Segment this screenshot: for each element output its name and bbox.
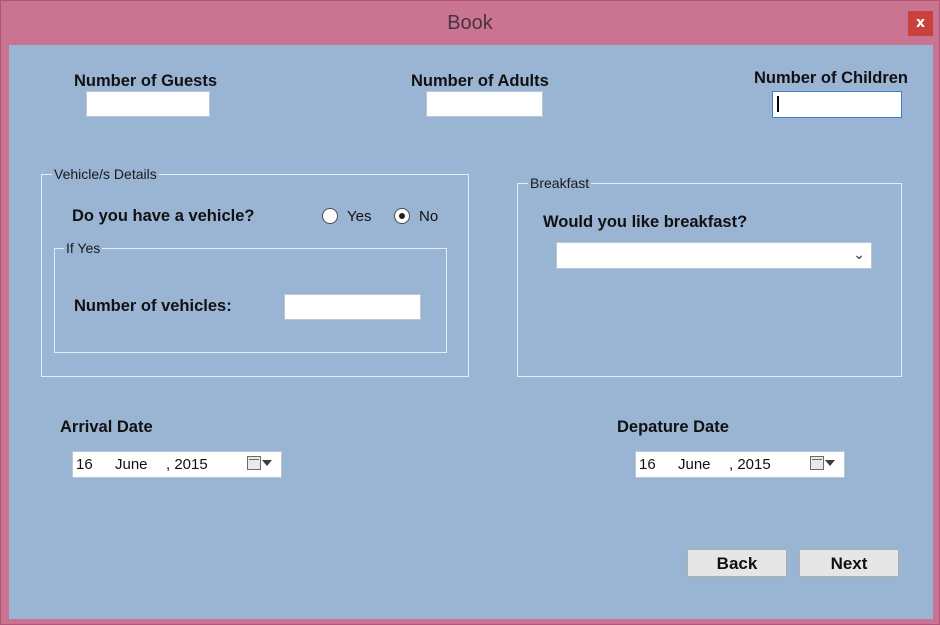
arrival-day[interactable]: 16 [76, 456, 93, 473]
breakfast-group-title: Breakfast [528, 175, 592, 191]
guests-label: Number of Guests [74, 72, 218, 90]
arrival-year[interactable]: , 2015 [166, 456, 208, 473]
vehicle-group-title: Vehicle/s Details [52, 166, 159, 182]
dropdown-arrow-icon[interactable] [825, 460, 835, 466]
arrival-date-picker[interactable]: 16 June , 2015 [72, 451, 282, 478]
book-window: Book x Number of Guests Number of Adults… [0, 0, 940, 625]
arrival-date-label: Arrival Date [60, 418, 153, 436]
close-button[interactable]: x [908, 11, 933, 36]
vehicle-yes-label[interactable]: Yes [347, 208, 371, 225]
vehicle-question: Do you have a vehicle? [72, 207, 255, 225]
calendar-icon[interactable] [810, 456, 824, 470]
departure-date-label: Depature Date [617, 418, 729, 436]
vehicle-no-radio[interactable] [394, 208, 410, 224]
departure-year[interactable]: , 2015 [729, 456, 771, 473]
text-caret [777, 96, 779, 112]
vehicle-yes-radio[interactable] [322, 208, 338, 224]
children-label: Number of Children [754, 69, 909, 87]
title-bar[interactable]: Book x [1, 1, 939, 45]
breakfast-select[interactable]: ⌄ [556, 242, 872, 269]
vehicle-count-label: Number of vehicles: [74, 297, 232, 315]
if-yes-title: If Yes [64, 240, 103, 256]
client-area: Number of Guests Number of Adults Number… [9, 45, 933, 619]
vehicle-count-input[interactable] [284, 294, 421, 320]
dropdown-arrow-icon[interactable] [262, 460, 272, 466]
back-button[interactable]: Back [687, 549, 787, 577]
departure-date-picker[interactable]: 16 June , 2015 [635, 451, 845, 478]
adults-label: Number of Adults [411, 72, 549, 90]
calendar-icon[interactable] [247, 456, 261, 470]
chevron-down-icon[interactable]: ⌄ [853, 247, 865, 263]
guests-input[interactable] [86, 91, 210, 117]
departure-day[interactable]: 16 [639, 456, 656, 473]
vehicle-no-label[interactable]: No [419, 208, 438, 225]
window-title: Book [447, 12, 493, 34]
children-input[interactable] [772, 91, 902, 118]
next-button[interactable]: Next [799, 549, 899, 577]
breakfast-question: Would you like breakfast? [543, 213, 748, 231]
close-icon: x [915, 15, 926, 31]
departure-month[interactable]: June [678, 456, 711, 473]
arrival-month[interactable]: June [115, 456, 148, 473]
adults-input[interactable] [426, 91, 543, 117]
radio-selected-dot [399, 213, 405, 219]
